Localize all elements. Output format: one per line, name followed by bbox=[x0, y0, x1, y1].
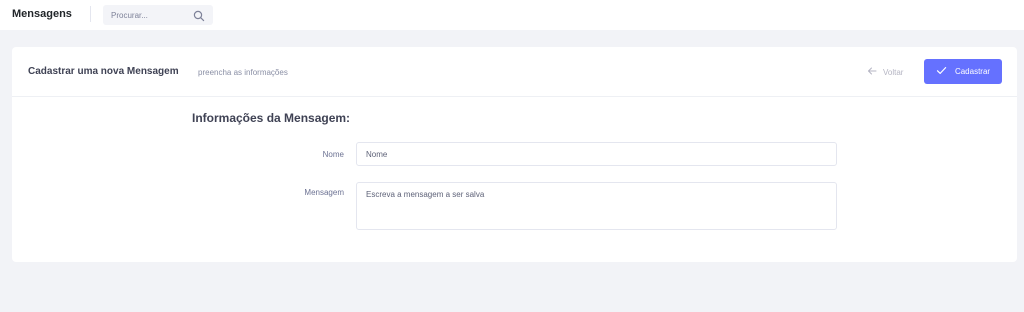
card-header: Cadastrar uma nova Mensagem preencha as … bbox=[12, 47, 1017, 97]
mensagem-label: Mensagem bbox=[304, 188, 344, 197]
form-card: Cadastrar uma nova Mensagem preencha as … bbox=[12, 47, 1017, 262]
check-icon bbox=[936, 65, 947, 78]
mensagem-field[interactable] bbox=[356, 182, 837, 230]
title-divider bbox=[90, 6, 91, 22]
arrow-left-icon bbox=[867, 66, 877, 78]
search-box[interactable] bbox=[103, 5, 213, 25]
save-button-label: Cadastrar bbox=[954, 67, 991, 76]
nome-field[interactable] bbox=[356, 142, 837, 166]
card-subtitle: preencha as informações bbox=[198, 68, 288, 77]
nome-label: Nome bbox=[322, 150, 344, 159]
section-title: Informações da Mensagem: bbox=[192, 111, 351, 125]
top-bar: Mensagens bbox=[0, 0, 1024, 30]
card-title: Cadastrar uma nova Mensagem bbox=[28, 66, 179, 77]
back-button-label: Voltar bbox=[883, 67, 904, 77]
search-icon[interactable] bbox=[193, 9, 205, 22]
search-input[interactable] bbox=[111, 6, 191, 24]
save-button[interactable]: Cadastrar bbox=[924, 59, 1002, 84]
page-title: Mensagens bbox=[12, 8, 72, 20]
back-button[interactable]: Voltar bbox=[867, 64, 903, 80]
